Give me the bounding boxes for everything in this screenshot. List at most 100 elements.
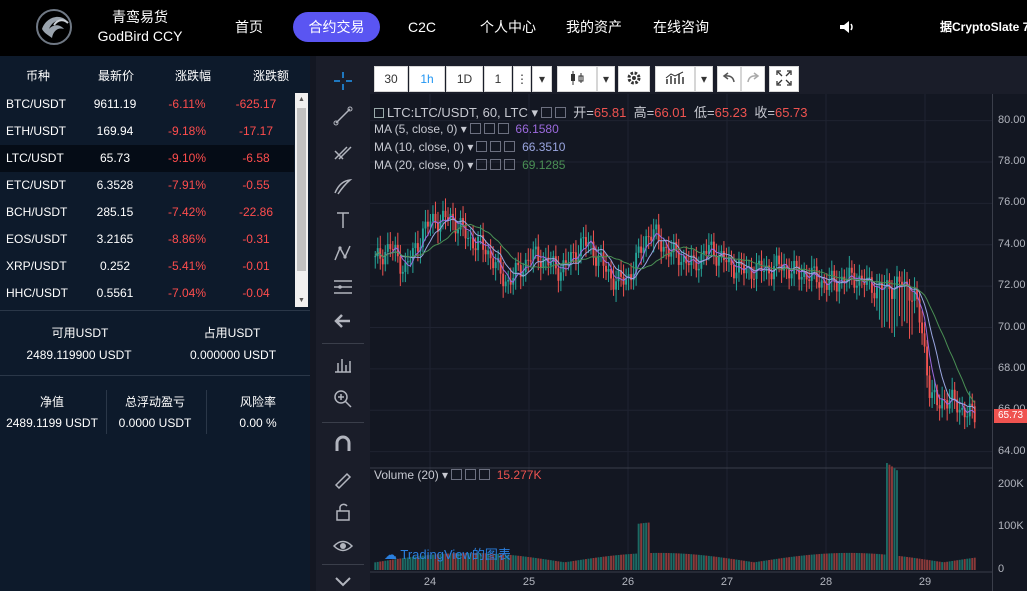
volume-legend[interactable]: Volume (20) ▾ 15.277K [374, 468, 541, 482]
speaker-icon[interactable] [838, 18, 856, 36]
candle-body [928, 375, 931, 398]
news-marquee[interactable]: 据CryptoSlate 7 [940, 18, 1027, 35]
collapse-legend-icon[interactable] [374, 108, 384, 118]
market-scrollbar-thumb[interactable] [297, 108, 306, 271]
candle-body [973, 406, 976, 423]
market-row[interactable]: ETH/USDT 169.94 -9.18% -17.17 [0, 118, 294, 145]
volume-bar [813, 554, 816, 570]
candle-body [855, 285, 858, 288]
nav-c2c[interactable]: C2C [408, 17, 436, 37]
volume-bar [966, 558, 969, 570]
settings-toggle-icon[interactable] [483, 123, 495, 134]
market-row[interactable]: HHC/USDT 0.5561 -7.04% -0.04 [0, 280, 294, 307]
eye-toggle-icon[interactable] [451, 469, 463, 480]
volume-bar [903, 556, 906, 570]
close-icon[interactable] [504, 159, 516, 170]
interval-30-button[interactable]: 30 [374, 66, 408, 92]
more-intervals-icon[interactable]: ⋮ [513, 66, 531, 92]
scroll-down-icon[interactable]: ▼ [295, 294, 308, 307]
volume-bar [692, 554, 695, 570]
settings-button[interactable] [618, 66, 650, 92]
text-tool-icon[interactable] [332, 209, 354, 231]
candle-body [850, 267, 853, 273]
settings-toggle-icon[interactable] [555, 107, 567, 118]
market-row[interactable]: ETC/USDT 6.3528 -7.91% -0.55 [0, 172, 294, 199]
candle-body [926, 346, 929, 376]
candle-body [406, 261, 409, 263]
nav-my-assets[interactable]: 我的资产 [566, 17, 622, 37]
market-row[interactable]: BCH/USDT 285.15 -7.42% -22.86 [0, 199, 294, 226]
candle-body [818, 282, 821, 288]
price-axis[interactable]: 80.0078.0076.0074.0072.0070.0068.0066.00… [992, 94, 1027, 591]
candle-body [572, 252, 575, 254]
trend-line-icon[interactable] [332, 105, 354, 127]
volume-bar [544, 559, 547, 570]
eye-toggle-icon[interactable] [476, 159, 488, 170]
eye-icon[interactable] [332, 535, 354, 557]
market-row[interactable]: XRP/USDT 0.252 -5.41% -0.01 [0, 253, 294, 280]
chart-plot-area[interactable]: 24 25 26 27 28 29 LTC:LTC/USDT, 60, LTC ▾ 开=6… [370, 94, 992, 591]
nav-online-consult[interactable]: 在线咨询 [653, 17, 709, 37]
nav-home[interactable]: 首页 [235, 17, 263, 37]
ma10-legend[interactable]: MA (10, close, 0) ▾ 66.3510 [374, 140, 565, 154]
close-icon[interactable] [497, 123, 509, 134]
candle-body [507, 280, 510, 282]
volume-bar [672, 553, 675, 570]
volume-bar [682, 553, 685, 570]
eye-toggle-icon[interactable] [469, 123, 481, 134]
interval-1d-button[interactable]: 1D [446, 66, 483, 92]
volume-bar [785, 557, 788, 570]
magnet-icon[interactable] [332, 433, 354, 455]
interval-count-button[interactable]: 1 [484, 66, 512, 92]
volume-bar [697, 554, 700, 570]
tradingview-watermark[interactable]: ☁ TradingView的图表 [384, 544, 511, 563]
row-price: 6.3528 [96, 178, 134, 192]
candle-body [958, 409, 961, 413]
close-icon[interactable] [504, 141, 516, 152]
candle-type-button[interactable] [557, 66, 597, 92]
brand-name[interactable]: 青鸾易货 GodBird CCY [88, 8, 192, 46]
crosshair-icon[interactable] [332, 70, 354, 92]
back-arrow-icon[interactable] [332, 310, 354, 332]
candle-type-dropdown-icon[interactable]: ▾ [597, 66, 615, 92]
volume-bar [973, 557, 976, 570]
candle-body [808, 279, 811, 281]
indicators-button[interactable] [655, 66, 695, 92]
scroll-up-icon[interactable]: ▲ [295, 93, 308, 106]
settings-toggle-icon[interactable] [465, 469, 477, 480]
redo-button[interactable] [741, 66, 765, 92]
interval-dropdown-icon[interactable]: ▾ [532, 66, 552, 92]
market-row[interactable]: BTC/USDT 9611.19 -6.11% -625.17 [0, 91, 294, 118]
nav-contract-trading[interactable]: 合约交易 [293, 12, 380, 42]
volume-bar [853, 552, 856, 570]
brush-icon[interactable] [332, 175, 354, 197]
volume-bar [542, 559, 545, 570]
fullscreen-button[interactable] [769, 66, 799, 92]
measure-icon[interactable] [332, 353, 354, 375]
pitchfork-icon[interactable] [332, 140, 354, 162]
interval-1h-button[interactable]: 1h [409, 66, 445, 92]
ma5-legend[interactable]: MA (5, close, 0) ▾ 66.1580 [374, 122, 559, 136]
symbol-title[interactable]: LTC:LTC/USDT, 60, LTC [387, 105, 528, 120]
market-row-selected[interactable]: LTC/USDT 65.73 -9.10% -6.58 [0, 145, 294, 172]
phoenix-logo-icon[interactable] [34, 7, 74, 47]
pattern-icon[interactable] [332, 242, 354, 264]
undo-button[interactable] [717, 66, 741, 92]
eye-toggle-icon[interactable] [476, 141, 488, 152]
close-icon[interactable] [479, 469, 491, 480]
nav-personal-center[interactable]: 个人中心 [480, 17, 536, 37]
market-row[interactable]: EOS/USDT 3.2165 -8.86% -0.31 [0, 226, 294, 253]
pencil-lock-icon[interactable] [332, 467, 354, 489]
eye-toggle-icon[interactable] [541, 107, 553, 118]
candle-body [637, 246, 640, 253]
zoom-in-icon[interactable] [332, 388, 354, 410]
ma20-legend[interactable]: MA (20, close, 0) ▾ 69.1285 [374, 158, 565, 172]
chart-container: 30 1h 1D 1 ⋮ ▾ ▾ ▾ 24 25 26 27 28 29 LTC:L [316, 56, 1027, 591]
volume-bar [579, 559, 582, 570]
indicators-dropdown-icon[interactable]: ▾ [695, 66, 713, 92]
unlock-icon[interactable] [332, 501, 354, 523]
chevron-down-icon[interactable] [332, 570, 354, 591]
settings-toggle-icon[interactable] [490, 159, 502, 170]
fib-retracement-icon[interactable] [332, 276, 354, 298]
settings-toggle-icon[interactable] [490, 141, 502, 152]
